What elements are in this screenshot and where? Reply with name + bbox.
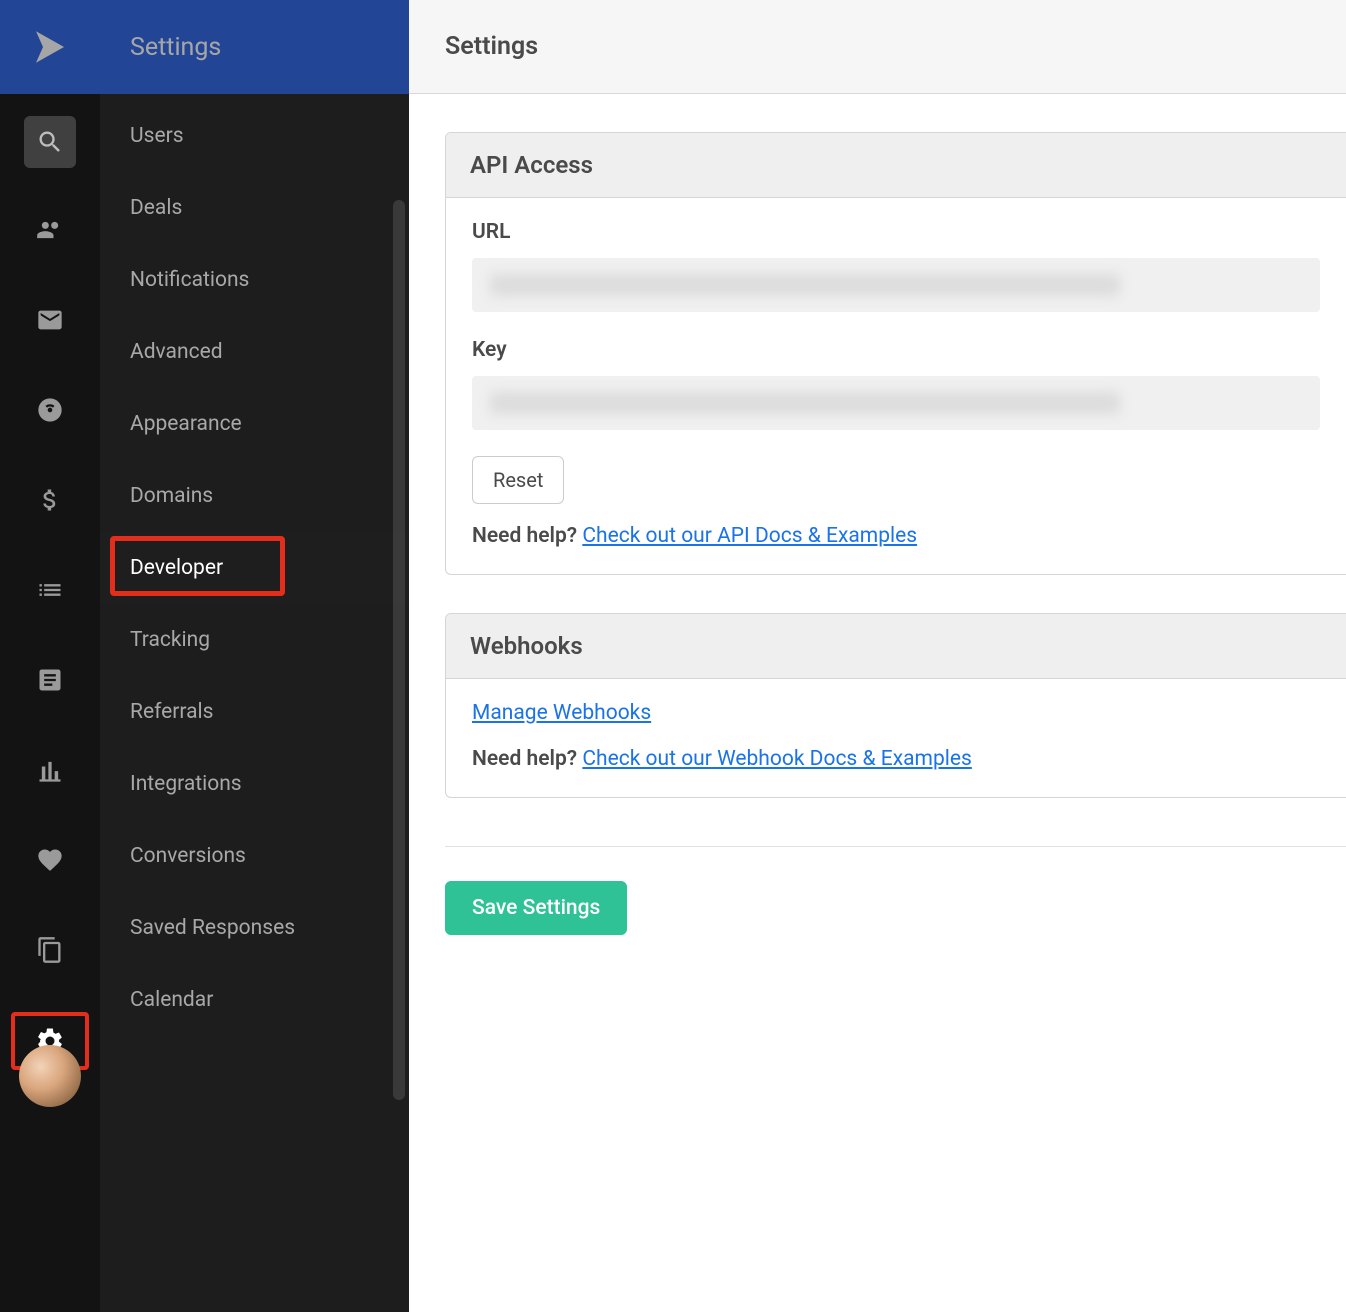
search-icon[interactable]	[24, 116, 76, 168]
sidebar-item-users[interactable]: Users	[100, 100, 409, 172]
manage-webhooks-link[interactable]: Manage Webhooks	[472, 701, 1320, 725]
main-content: Settings API Access URL Key Reset Need h…	[409, 0, 1346, 1312]
url-label: URL	[472, 220, 1320, 244]
sidebar-item-appearance[interactable]: Appearance	[100, 388, 409, 460]
sidebar-item-tracking[interactable]: Tracking	[100, 604, 409, 676]
sidebar-item-label: Deals	[130, 196, 182, 220]
avatar[interactable]	[19, 1045, 81, 1107]
webhooks-card: Webhooks Manage Webhooks Need help? Chec…	[445, 613, 1346, 798]
sidebar-item-label: Users	[130, 124, 184, 148]
sidebar-item-deals[interactable]: Deals	[100, 172, 409, 244]
bar-chart-icon[interactable]	[22, 742, 78, 798]
sidebar-item-label: Conversions	[130, 844, 246, 868]
list-icon[interactable]	[22, 562, 78, 618]
contacts-icon[interactable]	[22, 202, 78, 258]
document-icon[interactable]	[22, 652, 78, 708]
copy-icon[interactable]	[22, 922, 78, 978]
sidebar-item-calendar[interactable]: Calendar	[100, 964, 409, 1036]
sidebar-item-referrals[interactable]: Referrals	[100, 676, 409, 748]
sidebar-item-label: Referrals	[130, 700, 213, 724]
main-header: Settings	[409, 0, 1346, 94]
deals-icon[interactable]	[22, 472, 78, 528]
sidebar-item-conversions[interactable]: Conversions	[100, 820, 409, 892]
sidebar-item-label: Integrations	[130, 772, 242, 796]
sidebar-item-label: Appearance	[130, 412, 242, 436]
sidebar-item-label: Saved Responses	[130, 916, 295, 940]
card-header: Webhooks	[446, 614, 1346, 679]
url-value[interactable]	[472, 258, 1320, 312]
app-logo[interactable]	[0, 0, 100, 94]
key-label: Key	[472, 338, 1320, 362]
save-settings-button[interactable]: Save Settings	[445, 881, 627, 935]
sidebar-item-notifications[interactable]: Notifications	[100, 244, 409, 316]
reset-button[interactable]: Reset	[472, 456, 564, 504]
heart-icon[interactable]	[22, 832, 78, 888]
key-value[interactable]	[472, 376, 1320, 430]
settings-sidebar: Settings Addresses Users Deals Notificat…	[100, 0, 409, 1312]
sidebar-item-label: Calendar	[130, 988, 213, 1012]
sidebar-item-saved-responses[interactable]: Saved Responses	[100, 892, 409, 964]
help-prefix: Need help?	[472, 747, 577, 771]
webhook-docs-link[interactable]: Check out our Webhook Docs & Examples	[582, 747, 971, 771]
automation-icon[interactable]	[22, 382, 78, 438]
api-access-card: API Access URL Key Reset Need help? Chec…	[445, 132, 1346, 575]
scrollbar[interactable]	[393, 200, 405, 1100]
sidebar-item-label: Domains	[130, 484, 213, 508]
sidebar-title: Settings	[130, 33, 221, 62]
sidebar-item-domains[interactable]: Domains	[100, 460, 409, 532]
card-header: API Access	[446, 133, 1346, 198]
card-title: API Access	[470, 151, 593, 179]
api-help-text: Need help? Check out our API Docs & Exam…	[472, 524, 1320, 548]
sidebar-item-integrations[interactable]: Integrations	[100, 748, 409, 820]
help-prefix: Need help?	[472, 524, 577, 548]
sidebar-item-developer[interactable]: Developer	[100, 532, 409, 604]
icon-rail	[0, 0, 100, 1312]
api-docs-link[interactable]: Check out our API Docs & Examples	[582, 524, 917, 548]
webhook-help-text: Need help? Check out our Webhook Docs & …	[472, 747, 1320, 771]
sidebar-item-label: Tracking	[130, 628, 210, 652]
card-title: Webhooks	[470, 632, 583, 660]
sidebar-header: Settings	[100, 0, 409, 94]
sidebar-items: Addresses Users Deals Notifications Adva…	[100, 94, 409, 1312]
sidebar-item-label: Notifications	[130, 268, 249, 292]
divider	[445, 846, 1346, 847]
mail-icon[interactable]	[22, 292, 78, 348]
sidebar-item-label: Developer	[130, 556, 223, 580]
sidebar-item-advanced[interactable]: Advanced	[100, 316, 409, 388]
sidebar-item-label: Advanced	[130, 340, 223, 364]
page-title: Settings	[445, 32, 538, 61]
